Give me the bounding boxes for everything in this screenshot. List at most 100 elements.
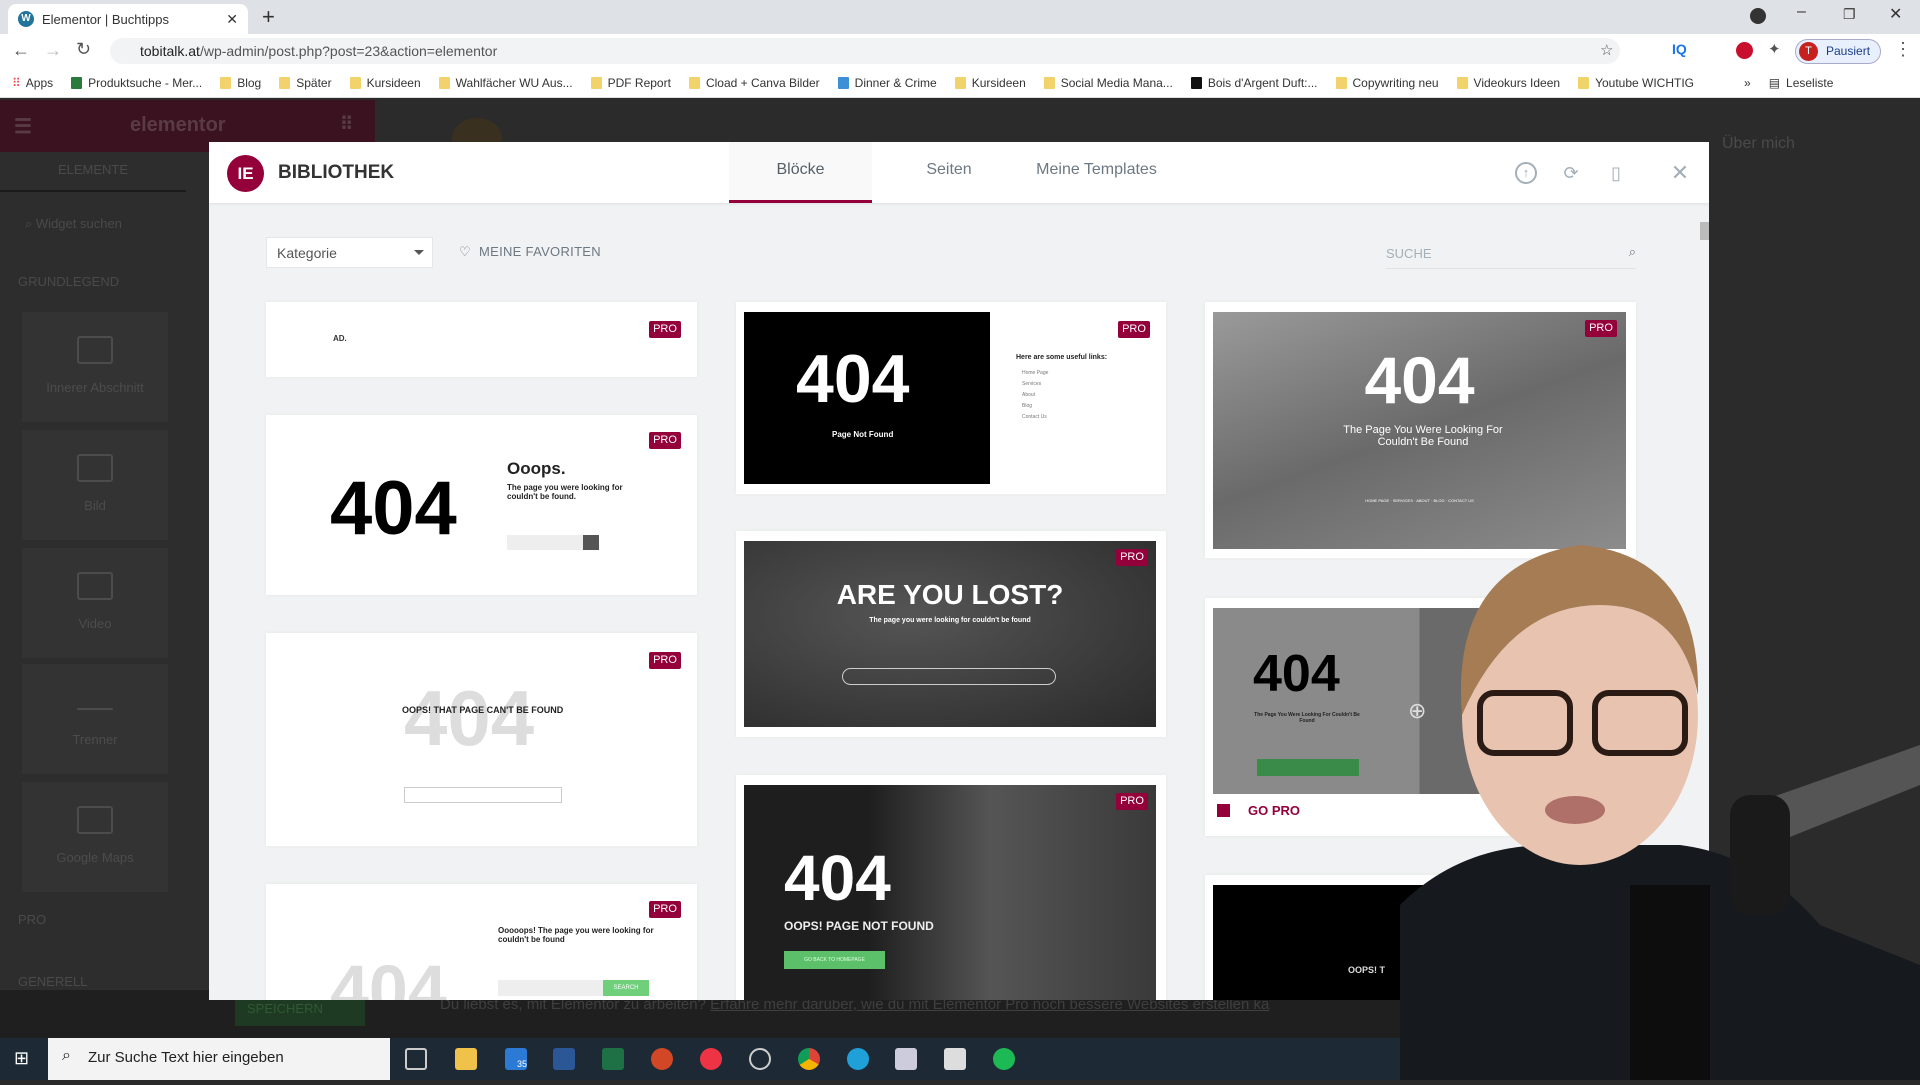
preview-button xyxy=(1257,759,1359,776)
app-icon[interactable] xyxy=(895,1048,917,1070)
preview-search xyxy=(842,668,1056,685)
chrome-icon[interactable] xyxy=(798,1048,820,1070)
bookmark[interactable]: Cload + Canva Bilder xyxy=(688,76,820,90)
preview-title: Ooops. xyxy=(507,459,566,478)
extensions-icon[interactable]: ✦ xyxy=(1768,40,1781,58)
bookmark[interactable]: Copywriting neu xyxy=(1335,76,1439,90)
video-icon xyxy=(77,572,113,600)
bookmark[interactable]: Dinner & Crime xyxy=(837,76,937,90)
bookmark[interactable]: Bois d'Argent Duft:... xyxy=(1190,76,1318,90)
template-card[interactable]: PRO 404 The Page You Were Looking For Co… xyxy=(1205,302,1636,558)
preview-search-button: SEARCH xyxy=(603,980,649,996)
bookmark[interactable]: Videokurs Ideen xyxy=(1456,76,1560,90)
close-icon[interactable]: ✕ xyxy=(1669,162,1691,184)
bookmark[interactable]: Kursideen xyxy=(349,76,421,90)
forward-icon[interactable]: → xyxy=(44,40,62,61)
section-label: GENERELL xyxy=(18,974,88,989)
save-icon[interactable]: ▯ xyxy=(1605,162,1627,184)
word-icon[interactable] xyxy=(553,1048,575,1070)
new-tab-button[interactable]: + xyxy=(262,4,275,30)
minimize-button[interactable]: – xyxy=(1797,3,1806,21)
taskbar-search-input[interactable]: ⌕ Zur Suche Text hier eingeben xyxy=(48,1038,390,1080)
windows-start-icon[interactable]: ⊞ xyxy=(14,1048,29,1069)
bookmark[interactable]: Produktsuche - Mer... xyxy=(71,76,202,90)
extension-iq-icon[interactable]: IQ xyxy=(1672,41,1687,57)
app-icon[interactable] xyxy=(700,1048,722,1070)
preview-sub: Page Not Found xyxy=(832,430,894,439)
browser-tab[interactable]: W Elementor | Buchtipps ✕ xyxy=(8,4,248,34)
folder-icon xyxy=(954,77,966,90)
reading-list[interactable]: ▤ Leseliste xyxy=(1769,76,1834,90)
template-card[interactable]: PRO 404 Ooooops! The page you were looki… xyxy=(266,884,697,1000)
file-explorer-icon[interactable] xyxy=(455,1048,477,1070)
hamburger-icon[interactable]: ☰ xyxy=(14,114,32,139)
category-select[interactable]: Kategorie xyxy=(266,237,433,268)
bookmark[interactable]: Blog xyxy=(220,76,261,90)
sync-icon[interactable]: ⟳ xyxy=(1560,162,1582,184)
widget-inner-section[interactable]: Innerer Abschnitt xyxy=(22,312,168,422)
url-field[interactable]: tobitalk.at/wp-admin/post.php?post=23&ac… xyxy=(110,38,1620,64)
bookmark[interactable]: Wahlfächer WU Aus... xyxy=(438,76,573,90)
widget-image[interactable]: Bild xyxy=(22,430,168,540)
template-card[interactable]: PRO ARE YOU LOST? The page you were look… xyxy=(736,531,1166,737)
library-search-input[interactable]: SUCHE ⌕ xyxy=(1386,239,1636,269)
tab-elemente[interactable]: ELEMENTE xyxy=(0,152,186,192)
heart-icon: ♡ xyxy=(459,244,471,259)
reload-icon[interactable]: ↻ xyxy=(76,39,91,60)
obs-icon[interactable] xyxy=(749,1048,771,1070)
template-card[interactable]: PRO 404 Ooops. The page you were looking… xyxy=(266,415,697,595)
go-pro-link[interactable]: GO PRO xyxy=(1217,803,1300,818)
external-link-icon xyxy=(1217,804,1230,817)
template-card[interactable]: PRO AD. xyxy=(266,302,697,377)
upload-icon[interactable]: ↑ xyxy=(1515,162,1537,184)
preview-search xyxy=(404,787,562,803)
spotify-icon[interactable] xyxy=(993,1048,1015,1070)
bookmarks-bar: ⠿ Apps Produktsuche - Mer... Blog Später … xyxy=(0,68,1920,98)
widget-video[interactable]: Video xyxy=(22,548,168,658)
avatar: T xyxy=(1799,42,1818,61)
favorites-filter[interactable]: ♡ MEINE FAVORITEN xyxy=(459,244,601,260)
star-icon[interactable]: ☆ xyxy=(1600,41,1613,59)
presenter-video xyxy=(1400,545,1920,1080)
menu-icon[interactable]: ⋮ xyxy=(1894,39,1912,60)
template-card[interactable]: PRO 404 OOPS! THAT PAGE CAN'T BE FOUND xyxy=(266,633,697,846)
bookmark[interactable]: Youtube WICHTIG xyxy=(1578,76,1694,90)
template-card[interactable]: PRO 404 Page Not Found Here are some use… xyxy=(736,302,1166,494)
tab-bloecke[interactable]: Blöcke xyxy=(729,142,872,203)
media-icon[interactable] xyxy=(1750,8,1766,24)
close-tab-icon[interactable]: ✕ xyxy=(226,11,238,28)
restore-button[interactable]: ❐ xyxy=(1843,6,1856,23)
widget-google-maps[interactable]: Google Maps xyxy=(22,782,168,892)
close-window-button[interactable]: ✕ xyxy=(1889,4,1902,24)
grid-icon[interactable]: ⠿ xyxy=(340,114,353,135)
profile-button[interactable]: T Pausiert xyxy=(1795,39,1881,64)
back-icon[interactable]: ← xyxy=(12,40,30,61)
preview-404: 404 xyxy=(784,842,891,914)
bookmark[interactable]: Später xyxy=(279,76,332,90)
bookmark-apps[interactable]: ⠿ Apps xyxy=(12,76,53,90)
search-icon: ⌕ xyxy=(1628,244,1636,259)
tab-seiten[interactable]: Seiten xyxy=(899,142,999,203)
more-bookmarks-icon[interactable]: » xyxy=(1744,76,1751,90)
bookmark[interactable]: Social Media Mana... xyxy=(1043,76,1173,90)
mail-icon[interactable]: 35 xyxy=(505,1048,527,1070)
app-icon[interactable] xyxy=(944,1048,966,1070)
tab-meine-templates[interactable]: Meine Templates xyxy=(1019,142,1174,203)
preview-404: 404 xyxy=(330,951,447,1000)
preview-image: PRO 404 The Page You Were Looking For Co… xyxy=(1213,312,1626,549)
scrollbar[interactable] xyxy=(1700,222,1709,240)
adblock-icon[interactable] xyxy=(1736,42,1753,59)
site-icon xyxy=(71,77,83,90)
powerpoint-icon[interactable] xyxy=(651,1048,673,1070)
excel-icon[interactable] xyxy=(602,1048,624,1070)
edge-icon[interactable] xyxy=(847,1048,869,1070)
task-view-icon[interactable] xyxy=(405,1048,427,1070)
widget-divider[interactable]: Trenner xyxy=(22,664,168,774)
preview-title: OOPS! THAT PAGE CAN'T BE FOUND xyxy=(402,705,564,715)
bookmark[interactable]: PDF Report xyxy=(590,76,671,90)
template-card[interactable]: PRO 404 OOPS! PAGE NOT FOUND GO BACK TO … xyxy=(736,775,1166,1000)
preview-links-title: Here are some useful links: xyxy=(1016,354,1108,361)
bookmark[interactable]: Kursideen xyxy=(954,76,1026,90)
widget-search[interactable]: ⌕ Widget suchen xyxy=(25,216,122,232)
preview-sub: OOPS! T xyxy=(1348,965,1386,975)
